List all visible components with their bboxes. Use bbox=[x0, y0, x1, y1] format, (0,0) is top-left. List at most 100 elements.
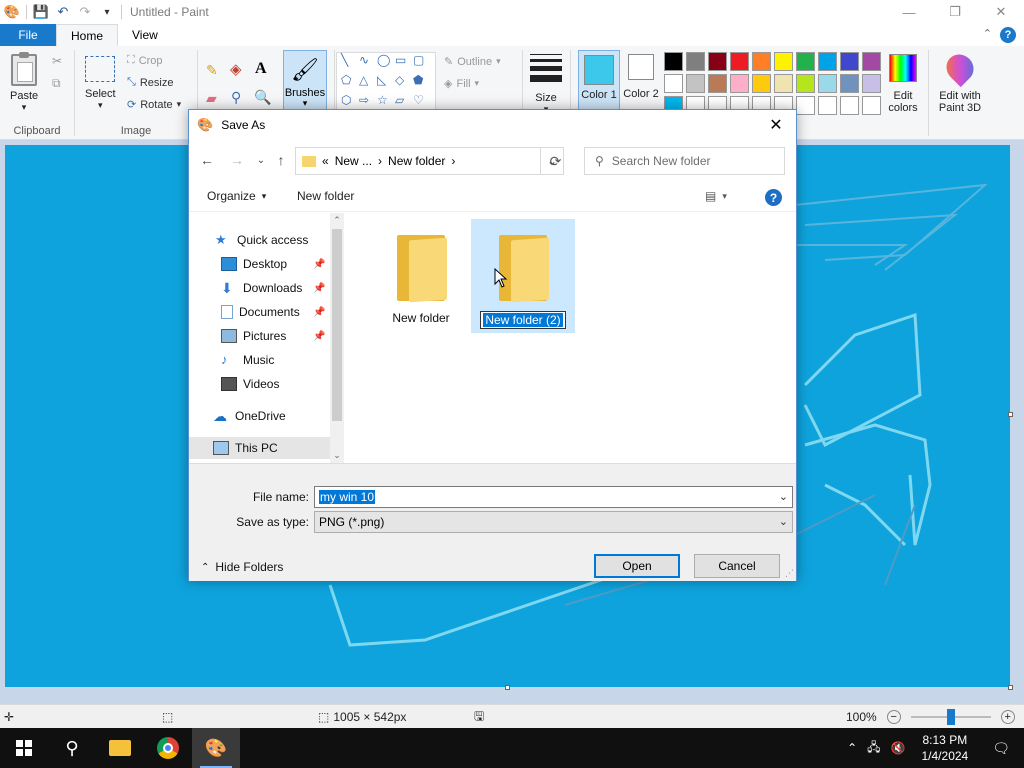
crop-button[interactable]: ⛶ Crop bbox=[127, 54, 163, 67]
palette-color-swatch[interactable] bbox=[664, 74, 683, 93]
nav-item-pictures[interactable]: Pictures 📌 bbox=[221, 325, 329, 347]
palette-color-swatch[interactable] bbox=[840, 74, 859, 93]
palette-color-swatch[interactable] bbox=[796, 52, 815, 71]
zoom-in-icon[interactable]: + bbox=[1000, 710, 1015, 724]
nav-item-quick-access[interactable]: ★ Quick access bbox=[215, 229, 308, 251]
new-folder-button[interactable]: New folder bbox=[297, 189, 354, 203]
file-name-input[interactable]: my win 10 ⌄ bbox=[314, 486, 793, 508]
tab-home[interactable]: Home bbox=[56, 24, 119, 46]
right-triangle-shape-icon[interactable]: ◺ bbox=[377, 73, 395, 93]
outline-button[interactable]: ✎ Outline ▾ bbox=[444, 55, 501, 69]
palette-color-swatch[interactable] bbox=[664, 52, 683, 71]
resize-handle[interactable] bbox=[505, 685, 510, 690]
palette-color-swatch[interactable] bbox=[708, 52, 727, 71]
clock[interactable]: 8:13 PM 1/4/2024 bbox=[912, 732, 979, 764]
address-bar[interactable]: « New ... › New folder › ⌄ bbox=[295, 147, 564, 175]
shapes-gallery[interactable]: ╲ ∿ ◯ ▭ ▢ ⬠ △ ◺ ◇ ⬟ ⬡ ⇨ ☆ ▱ ♡ bbox=[336, 52, 436, 112]
redo-icon[interactable]: ↷ bbox=[77, 4, 93, 20]
palette-color-swatch[interactable] bbox=[818, 52, 837, 71]
size-button[interactable]: Size ▾ bbox=[528, 54, 564, 115]
line-shape-icon[interactable]: ╲ bbox=[341, 53, 359, 73]
resize-handle[interactable] bbox=[1008, 412, 1013, 417]
network-icon[interactable]: 🖧 bbox=[863, 738, 884, 759]
color2-button[interactable]: Color 2 bbox=[622, 54, 660, 100]
rounded-rectangle-shape-icon[interactable]: ▢ bbox=[413, 53, 431, 73]
palette-color-swatch[interactable] bbox=[862, 96, 881, 115]
scroll-up-icon[interactable]: ⌃ bbox=[330, 215, 344, 226]
palette-color-swatch[interactable] bbox=[840, 52, 859, 71]
triangle-shape-icon[interactable]: △ bbox=[359, 73, 377, 93]
scrollbar-thumb[interactable] bbox=[332, 229, 342, 421]
paint-taskbar-button[interactable]: 🎨 bbox=[192, 728, 240, 768]
up-arrow-icon[interactable]: ↑ bbox=[269, 148, 293, 172]
palette-color-swatch[interactable] bbox=[774, 52, 793, 71]
minimize-button[interactable]: — bbox=[886, 0, 932, 24]
edit-colors-button[interactable]: Edit colors bbox=[882, 54, 924, 114]
pencil-icon[interactable]: ✎ bbox=[206, 62, 218, 79]
search-taskbar-button[interactable]: ⚲ bbox=[48, 728, 96, 768]
close-window-button[interactable]: ✕ bbox=[978, 0, 1024, 24]
open-button[interactable]: Open bbox=[594, 554, 680, 578]
breadcrumb-item[interactable]: New ... bbox=[335, 154, 372, 168]
undo-icon[interactable]: ↶ bbox=[55, 4, 71, 20]
help-icon[interactable]: ? bbox=[1000, 27, 1016, 43]
nav-item-downloads[interactable]: ⬇ Downloads 📌 bbox=[221, 277, 329, 299]
rectangle-shape-icon[interactable]: ▭ bbox=[395, 53, 413, 73]
palette-color-swatch[interactable] bbox=[752, 52, 771, 71]
scroll-down-icon[interactable]: ⌄ bbox=[330, 450, 344, 461]
resize-grip-icon[interactable]: ⋰ bbox=[785, 568, 794, 579]
hide-folders-button[interactable]: ⌃ Hide Folders bbox=[201, 560, 283, 574]
oval-shape-icon[interactable]: ◯ bbox=[377, 53, 395, 73]
palette-color-swatch[interactable] bbox=[708, 74, 727, 93]
pentagon-shape-icon[interactable]: ⬟ bbox=[413, 73, 431, 93]
polygon-shape-icon[interactable]: ⬠ bbox=[341, 73, 359, 93]
nav-item-desktop[interactable]: Desktop 📌 bbox=[221, 253, 329, 275]
search-box[interactable]: ⚲ Search New folder bbox=[584, 147, 785, 175]
save-icon[interactable]: 💾 bbox=[33, 4, 49, 20]
palette-color-swatch[interactable] bbox=[818, 96, 837, 115]
folder-item[interactable]: New folder bbox=[369, 219, 473, 333]
eraser-icon[interactable]: ▰ bbox=[206, 90, 217, 107]
chevron-down-icon[interactable]: ⌄ bbox=[779, 490, 788, 503]
palette-color-swatch[interactable] bbox=[752, 74, 771, 93]
fill-button[interactable]: ◈ Fill ▾ bbox=[444, 77, 479, 91]
zoom-slider[interactable] bbox=[910, 709, 991, 725]
maximize-button[interactable]: ❐ bbox=[932, 0, 978, 24]
tab-view[interactable]: View bbox=[118, 24, 172, 46]
palette-color-swatch[interactable] bbox=[686, 52, 705, 71]
back-arrow-icon[interactable]: ← bbox=[195, 148, 219, 172]
zoom-out-icon[interactable]: − bbox=[886, 710, 901, 724]
chrome-taskbar-button[interactable] bbox=[144, 728, 192, 768]
nav-item-videos[interactable]: Videos bbox=[221, 373, 279, 395]
resize-button[interactable]: ⤡ Resize bbox=[127, 76, 173, 89]
text-tool-icon[interactable]: A bbox=[255, 60, 267, 78]
navigation-scrollbar[interactable]: ⌃ ⌄ bbox=[330, 213, 344, 463]
palette-color-swatch[interactable] bbox=[730, 74, 749, 93]
palette-color-swatch[interactable] bbox=[818, 74, 837, 93]
paste-button[interactable]: Paste ▾ bbox=[10, 52, 38, 113]
help-icon[interactable]: ? bbox=[765, 189, 782, 206]
palette-color-swatch[interactable] bbox=[796, 96, 815, 115]
copy-icon[interactable]: ⧉ bbox=[52, 76, 61, 91]
nav-item-music[interactable]: ♪ Music bbox=[221, 349, 274, 371]
zoom-slider-thumb[interactable] bbox=[946, 709, 955, 725]
edit-with-paint3d-button[interactable]: Edit with Paint 3D bbox=[934, 48, 986, 114]
chevron-up-icon[interactable]: ⌃ bbox=[841, 741, 863, 755]
collapse-ribbon-icon[interactable]: ⌃ bbox=[983, 27, 992, 40]
tab-file[interactable]: File bbox=[0, 24, 56, 46]
nav-item-this-pc[interactable]: This PC bbox=[189, 437, 330, 459]
fill-bucket-icon[interactable]: ◈ bbox=[230, 60, 242, 78]
save-as-type-select[interactable]: PNG (*.png) ⌄ bbox=[314, 511, 793, 533]
folder-item-selected[interactable]: New folder (2) bbox=[471, 219, 575, 333]
curve-shape-icon[interactable]: ∿ bbox=[359, 53, 377, 73]
folder-rename-field[interactable]: New folder (2) bbox=[480, 311, 566, 329]
organize-button[interactable]: Organize ▾ bbox=[207, 189, 266, 203]
start-button[interactable] bbox=[0, 728, 48, 768]
customize-toolbar-icon[interactable]: ▾ bbox=[99, 4, 115, 20]
color1-button[interactable]: Color 1 bbox=[578, 50, 620, 114]
palette-color-swatch[interactable] bbox=[796, 74, 815, 93]
palette-color-swatch[interactable] bbox=[862, 74, 881, 93]
notifications-icon[interactable]: 🗨 bbox=[978, 740, 1024, 757]
rotate-button[interactable]: ⟳ Rotate ▾ bbox=[127, 98, 181, 112]
nav-item-onedrive[interactable]: ☁ OneDrive bbox=[213, 405, 286, 427]
